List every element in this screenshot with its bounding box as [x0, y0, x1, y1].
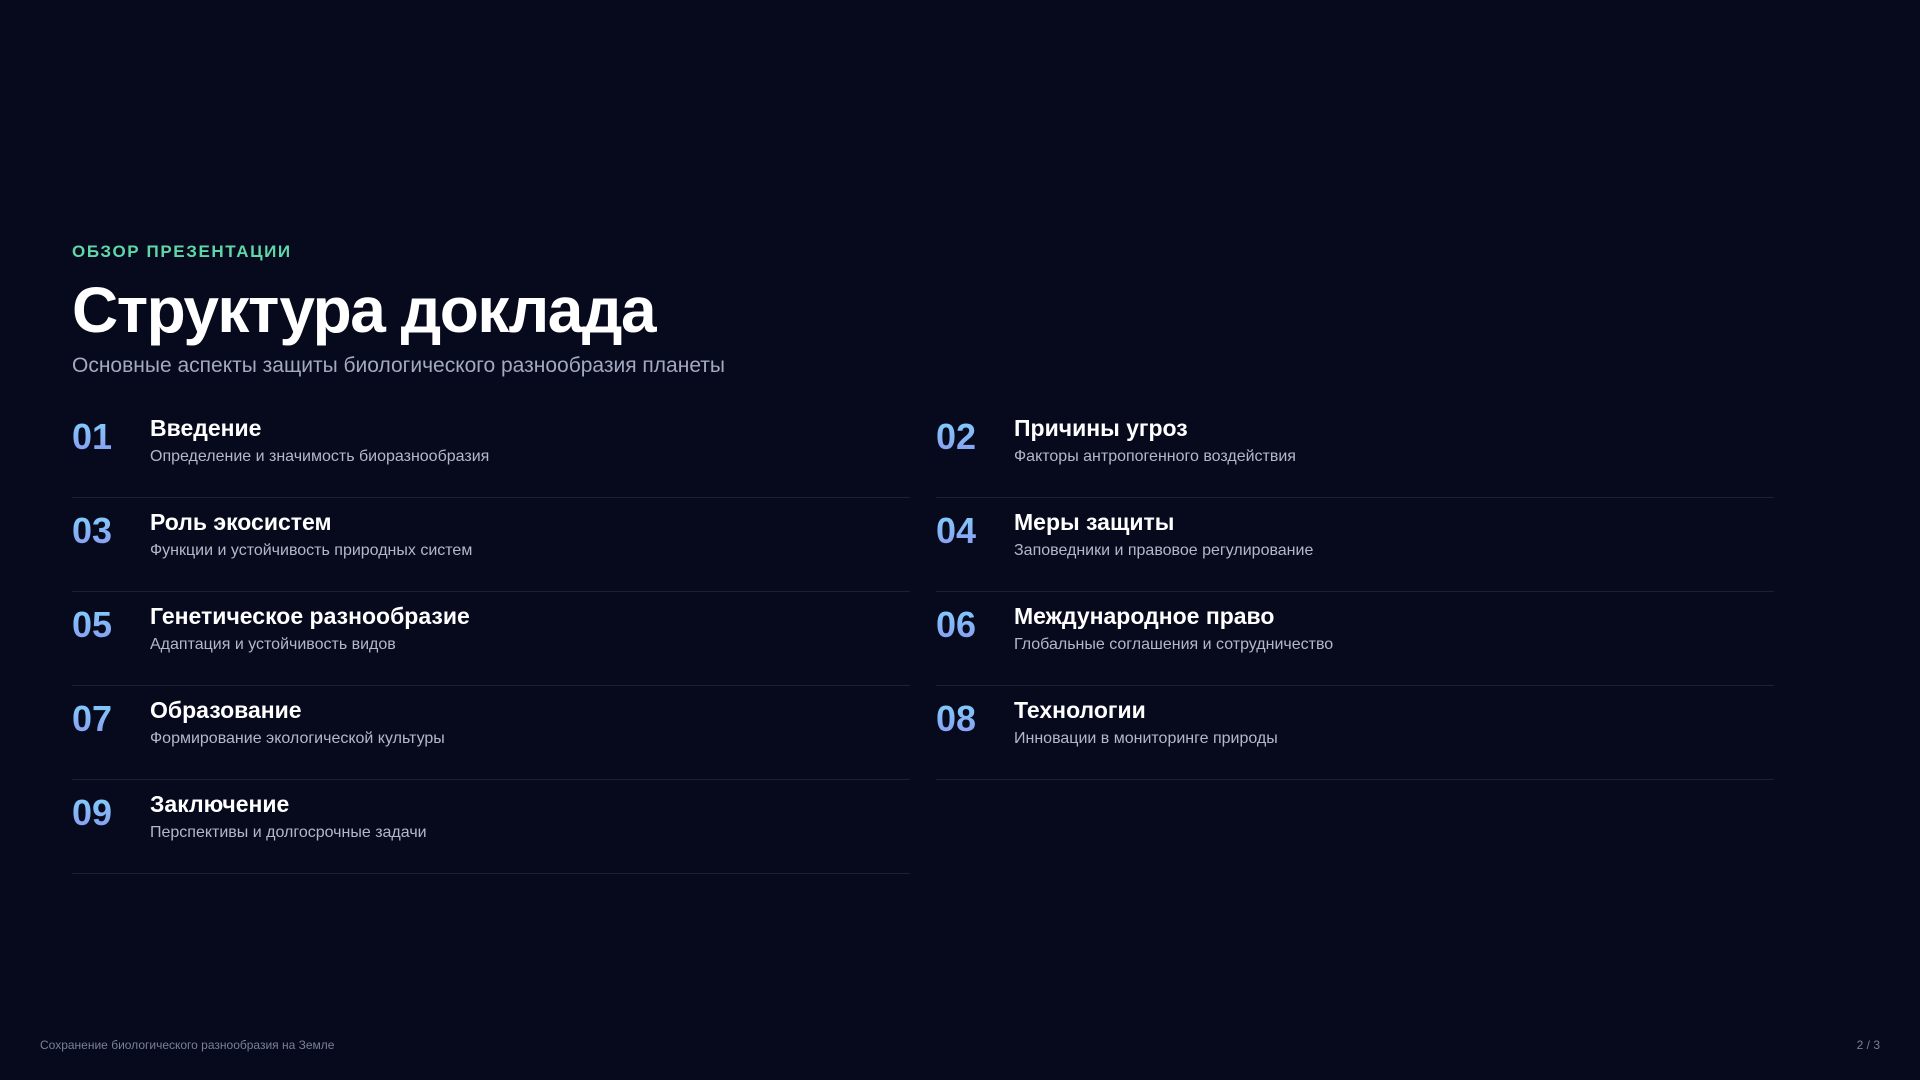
agenda-item: 07 Образование Формирование экологическо… — [72, 686, 910, 780]
agenda-item: 03 Роль экосистем Функции и устойчивость… — [72, 498, 910, 592]
agenda-item-description: Перспективы и долгосрочные задачи — [150, 824, 427, 841]
section-eyebrow: ОБЗОР ПРЕЗЕНТАЦИИ — [72, 242, 292, 261]
agenda-item-description: Инновации в мониторинге природы — [1014, 730, 1278, 747]
page-title: Структура доклада — [72, 274, 657, 346]
agenda-item-description: Функции и устойчивость природных систем — [150, 542, 473, 559]
page-indicator: 2 / 3 — [1856, 1038, 1880, 1052]
agenda-item-number: 04 — [936, 509, 1014, 553]
footer-presentation-title: Сохранение биологического разнообразия н… — [40, 1038, 335, 1052]
agenda-item-description: Глобальные соглашения и сотрудничество — [1014, 636, 1334, 653]
agenda-item-description: Определение и значимость биоразнообразия — [150, 448, 490, 465]
agenda-item-number: 01 — [72, 415, 150, 459]
agenda-item-title: Генетическое разнообразие — [150, 603, 470, 629]
page-subtitle: Основные аспекты защиты биологического р… — [72, 354, 726, 377]
agenda-item-title: Меры защиты — [1014, 509, 1175, 535]
agenda-item-description: Формирование экологической культуры — [150, 730, 445, 747]
agenda-item-title: Образование — [150, 697, 302, 723]
agenda-item: 04 Меры защиты Заповедники и правовое ре… — [936, 498, 1774, 592]
agenda-item-title: Введение — [150, 415, 262, 441]
agenda-item-title: Причины угроз — [1014, 415, 1188, 441]
agenda-item-title: Технологии — [1014, 697, 1146, 723]
agenda-item-description: Заповедники и правовое регулирование — [1014, 542, 1314, 559]
agenda-grid: 01 Введение Определение и значимость био… — [72, 404, 1774, 874]
agenda-item: 02 Причины угроз Факторы антропогенного … — [936, 404, 1774, 498]
agenda-item-number: 05 — [72, 603, 150, 647]
agenda-item: 01 Введение Определение и значимость био… — [72, 404, 910, 498]
agenda-item-number: 06 — [936, 603, 1014, 647]
agenda-item: 08 Технологии Инновации в мониторинге пр… — [936, 686, 1774, 780]
slide: ОБЗОР ПРЕЗЕНТАЦИИ Структура доклада Осно… — [0, 0, 1920, 1080]
agenda-item-number: 07 — [72, 697, 150, 741]
agenda-item-number: 02 — [936, 415, 1014, 459]
agenda-item-number: 03 — [72, 509, 150, 553]
agenda-item-description: Адаптация и устойчивость видов — [150, 636, 396, 653]
agenda-item-number: 09 — [72, 791, 150, 835]
agenda-item-title: Заключение — [150, 791, 290, 817]
agenda-item: 06 Международное право Глобальные соглаш… — [936, 592, 1774, 686]
agenda-item-title: Международное право — [1014, 603, 1275, 629]
agenda-item-title: Роль экосистем — [150, 509, 332, 535]
agenda-item-number: 08 — [936, 697, 1014, 741]
agenda-item: 05 Генетическое разнообразие Адаптация и… — [72, 592, 910, 686]
agenda-item: 09 Заключение Перспективы и долгосрочные… — [72, 780, 910, 874]
slide-content: ОБЗОР ПРЕЗЕНТАЦИИ Структура доклада Осно… — [72, 240, 1774, 874]
agenda-item-description: Факторы антропогенного воздействия — [1014, 448, 1296, 465]
